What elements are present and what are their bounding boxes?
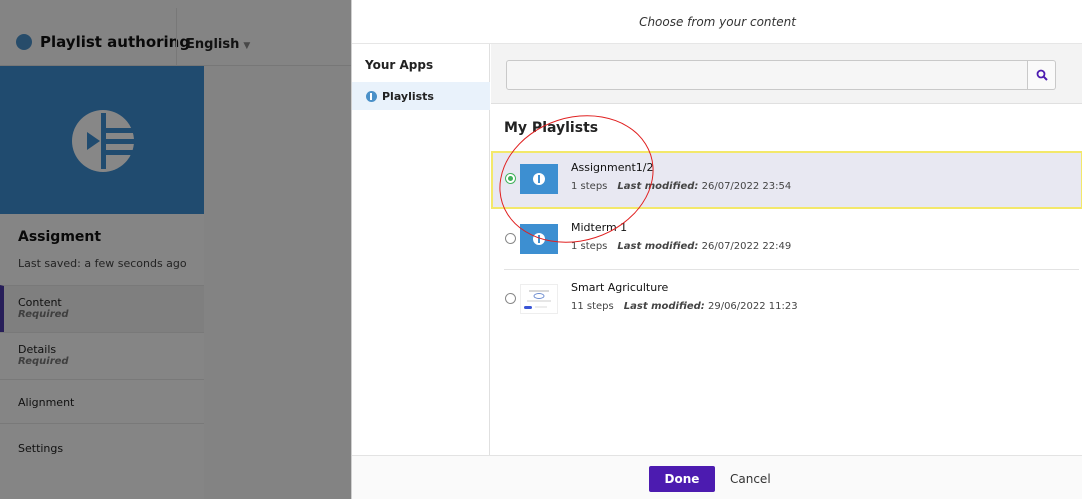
playlist-globe-icon [533,233,545,245]
radio-button[interactable] [505,233,516,244]
radio-button[interactable] [505,293,516,304]
playlist-title: Midterm 1 [571,221,628,234]
apps-item-label: Playlists [382,89,434,103]
last-modified-label: Last modified: [617,241,699,252]
apps-panel: Your Apps Playlists [352,44,490,455]
last-modified-value: 26/07/2022 23:54 [701,181,792,192]
playlist-meta: 1 steps Last modified: 26/07/2022 23:54 [571,181,791,192]
playlist-app-icon [366,90,377,102]
apps-heading: Your Apps [365,58,434,72]
search-bar [491,44,1082,104]
modal-overlay [0,0,351,499]
playlist-row-assignment[interactable]: Assignment1/2 1 steps Last modified: 26/0… [491,151,1082,209]
last-modified-value: 26/07/2022 22:49 [701,241,792,252]
playlist-steps: 1 steps [571,241,608,252]
content-picker-modal: Choose from your content Your Apps Playl… [351,0,1082,499]
cancel-button[interactable]: Cancel [730,466,771,492]
playlist-thumbnail [520,284,558,314]
last-modified-value: 29/06/2022 11:23 [707,301,798,312]
document-preview-icon [524,290,551,309]
playlist-globe-icon [533,173,545,185]
apps-item-playlists[interactable]: Playlists [352,82,490,110]
playlist-meta: 11 steps Last modified: 29/06/2022 11:23 [571,301,798,312]
modal-header: Choose from your content [352,0,1082,44]
modal-footer: Done Cancel [352,455,1082,499]
playlist-thumbnail [520,224,558,254]
content-list-panel: My Playlists Assignment1/2 1 steps Last m… [491,44,1082,455]
playlist-steps: 11 steps [571,301,614,312]
search-icon [1036,69,1048,81]
radio-button-checked[interactable] [505,173,516,184]
last-modified-label: Last modified: [623,301,705,312]
playlist-steps: 1 steps [571,181,608,192]
modal-title: Choose from your content [639,14,796,29]
search-input[interactable] [506,60,1028,90]
playlist-meta: 1 steps Last modified: 26/07/2022 22:49 [571,241,791,252]
last-modified-label: Last modified: [617,181,699,192]
section-title: My Playlists [504,120,599,136]
row-divider [504,269,1079,270]
playlist-row-smart-agriculture[interactable]: Smart Agriculture 11 steps Last modified:… [491,271,1082,329]
playlist-title: Assignment1/2 [571,161,654,174]
playlist-row-midterm[interactable]: Midterm 1 1 steps Last modified: 26/07/20… [491,211,1082,269]
playlist-title: Smart Agriculture [571,281,669,294]
search-button[interactable] [1028,60,1056,90]
playlist-thumbnail [520,164,558,194]
done-button[interactable]: Done [649,466,715,492]
